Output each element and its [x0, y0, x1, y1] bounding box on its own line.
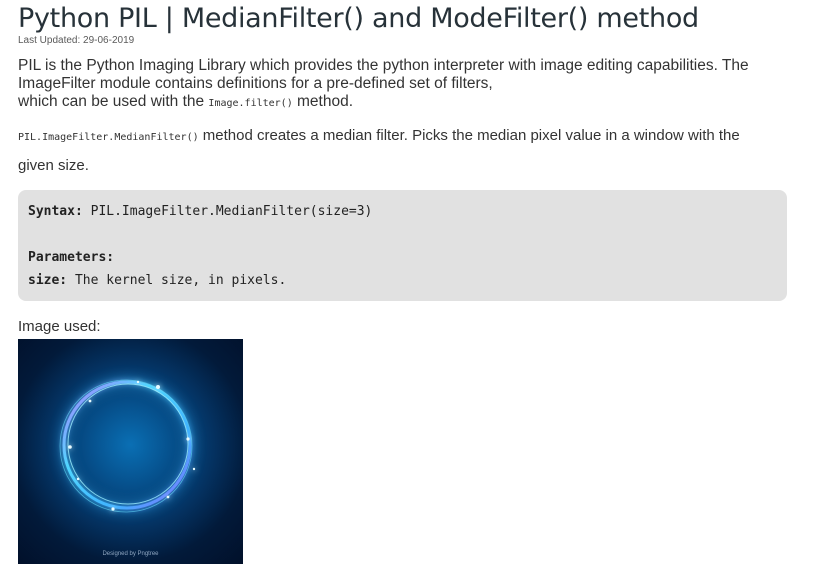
description-text-2: given size. — [18, 157, 89, 174]
parameters-row: Parameters: — [28, 249, 777, 272]
image-credit: Designed by Pngtree — [102, 551, 159, 557]
inline-code-image-filter: Image.filter() — [208, 98, 293, 109]
intro-line-3-prefix: which can be used with the — [18, 93, 209, 110]
parameters-label: Parameters: — [28, 250, 115, 265]
intro-line-3-suffix: method. — [292, 93, 354, 110]
article: Python PIL | MedianFilter() and ModeFilt… — [18, 0, 798, 564]
syntax-code-block: Syntax: PIL.ImageFilter.MedianFilter(siz… — [18, 190, 787, 301]
description-text-1: method creates a median filter. Picks th… — [198, 127, 740, 144]
syntax-label: Syntax: — [28, 204, 83, 219]
page-title: Python PIL | MedianFilter() and ModeFilt… — [18, 3, 699, 34]
intro-line-3: which can be used with the Image.filter(… — [18, 93, 798, 113]
size-param-row: size: The kernel size, in pixels. — [28, 272, 777, 295]
size-param-label: size: — [28, 273, 68, 288]
sample-image: Designed by Pngtree — [18, 339, 243, 564]
image-used-label: Image used: — [18, 318, 101, 335]
glowing-ring-graphic — [59, 377, 196, 513]
last-updated: Last Updated: 29-06-2019 — [18, 35, 135, 46]
intro-line-1: PIL is the Python Imaging Library which … — [18, 57, 749, 74]
syntax-value: PIL.ImageFilter.MedianFilter(size=3) — [82, 204, 373, 219]
intro-line-2: ImageFilter module contains definitions … — [18, 75, 493, 92]
inline-code-median-filter: PIL.ImageFilter.MedianFilter() — [18, 132, 199, 143]
syntax-row: Syntax: PIL.ImageFilter.MedianFilter(siz… — [28, 203, 777, 226]
description-paragraph: PIL.ImageFilter.MedianFilter() method cr… — [18, 122, 798, 180]
intro-paragraph: PIL is the Python Imaging Library which … — [18, 57, 798, 113]
size-param-value: The kernel size, in pixels. — [67, 273, 287, 288]
